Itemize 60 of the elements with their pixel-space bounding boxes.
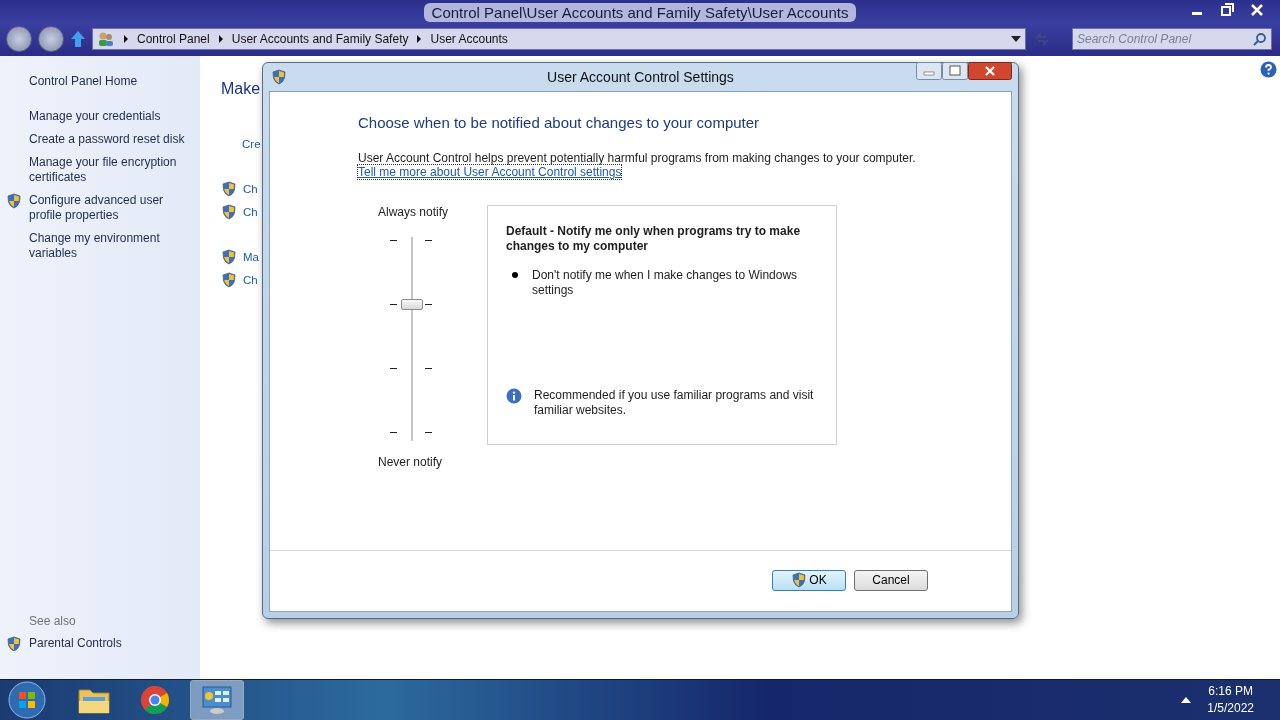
sidebar-link[interactable]: Parental Controls bbox=[29, 636, 122, 651]
maximize-icon[interactable] bbox=[942, 62, 968, 80]
dialog-shield-icon bbox=[271, 69, 287, 85]
chevron-icon[interactable] bbox=[217, 35, 224, 43]
search-icon[interactable] bbox=[1253, 32, 1267, 46]
task-link[interactable]: Ch bbox=[243, 273, 258, 286]
close-icon[interactable] bbox=[968, 62, 1012, 80]
dialog-heading: Choose when to be notified about changes to your computer bbox=[358, 114, 761, 131]
control-panel-icon[interactable] bbox=[200, 684, 234, 716]
start-button[interactable] bbox=[8, 681, 46, 719]
dialog-button[interactable]: Cancel bbox=[854, 569, 928, 591]
slider-top-label: Always notify bbox=[378, 205, 450, 219]
shield-icon bbox=[6, 636, 22, 652]
page-heading: Make bbox=[221, 80, 262, 98]
slider-thumb[interactable] bbox=[401, 299, 423, 311]
help-link[interactable]: Tell me more about User Account Control settings bbox=[358, 165, 622, 179]
users-icon bbox=[97, 31, 115, 47]
tray-arrow-icon[interactable] bbox=[1181, 697, 1192, 703]
sidebar-link[interactable]: Control Panel Home bbox=[29, 74, 138, 89]
shield-icon bbox=[791, 572, 808, 588]
task-link[interactable]: Cre bbox=[242, 137, 261, 150]
see-also-heading: See also bbox=[28, 614, 77, 628]
dropdown-arrow-icon[interactable] bbox=[1011, 36, 1021, 42]
breadcrumb[interactable]: Control Panel bbox=[137, 32, 210, 46]
chevron-icon[interactable] bbox=[416, 35, 423, 43]
description-text: User Account Control helps prevent potentially harmful programs from making changes to your computer. bbox=[358, 151, 917, 165]
forward-button[interactable] bbox=[38, 26, 64, 52]
window-title: Control Panel\User Accounts and Family Safety\User Accounts bbox=[423, 2, 857, 22]
shield-icon bbox=[221, 203, 237, 220]
back-button[interactable] bbox=[6, 26, 32, 52]
bullet-text: Don't notify me when I make changes to Windows settings bbox=[532, 268, 799, 298]
task-link[interactable]: Ma bbox=[243, 250, 259, 263]
shield-icon bbox=[6, 193, 22, 209]
sidebar-link[interactable]: Configure advanced user profile properties bbox=[29, 193, 189, 223]
note-text: Recommended if you use familiar programs and visit familiar websites. bbox=[534, 388, 815, 418]
chevron-icon[interactable] bbox=[123, 35, 129, 43]
dialog-button[interactable]: OK bbox=[772, 569, 846, 591]
sidebar-link[interactable]: Manage your credentials bbox=[29, 109, 161, 124]
taskbar-button[interactable] bbox=[190, 680, 244, 720]
task-link[interactable]: Ch bbox=[243, 205, 258, 218]
sidebar-link[interactable]: Change my environment variables bbox=[29, 231, 189, 261]
bullet-icon bbox=[512, 272, 518, 278]
help-icon[interactable] bbox=[1260, 61, 1277, 78]
dialog-title: User Account Control Settings bbox=[547, 69, 734, 85]
search-field[interactable]: Search Control Panel bbox=[1072, 28, 1272, 50]
address-bar[interactable]: Control Panel User Accounts and Family Safety User Accounts bbox=[92, 28, 1026, 50]
setting-title: Default - Notify me only when programs try to make changes to my computer bbox=[506, 224, 802, 254]
shield-icon bbox=[221, 180, 237, 197]
up-arrow-icon[interactable] bbox=[70, 30, 86, 48]
sidebar-link[interactable]: Create a password reset disk bbox=[29, 132, 185, 147]
browser-icon[interactable] bbox=[138, 684, 172, 716]
shield-icon bbox=[221, 248, 237, 265]
breadcrumb[interactable]: User Accounts bbox=[430, 32, 508, 46]
clock[interactable]: 6:16 PM 1/5/2022 bbox=[1207, 683, 1254, 717]
slider-bottom-label: Never notify bbox=[378, 455, 444, 469]
sidebar-link[interactable]: Manage your file encryption certificates bbox=[29, 155, 189, 185]
shield-icon bbox=[221, 271, 237, 288]
breadcrumb[interactable]: User Accounts and Family Safety bbox=[231, 32, 409, 46]
info-icon bbox=[506, 388, 522, 404]
task-link[interactable]: Ch bbox=[243, 182, 258, 195]
